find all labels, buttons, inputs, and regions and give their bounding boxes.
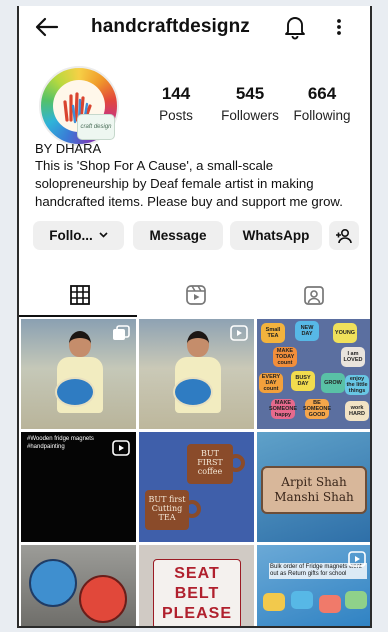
add-person-icon[interactable] <box>329 221 359 250</box>
post-photo-person <box>169 331 225 429</box>
following-count: 664 <box>307 84 337 103</box>
magnet-tag: EVERY DAY count <box>259 373 283 393</box>
posts-grid: Small TEA NEW DAY YOUNG MAKE TODAY count… <box>19 317 370 626</box>
back-arrow-icon[interactable] <box>33 14 61 40</box>
magnet-piece <box>291 591 313 609</box>
magnet-tag: BUSY DAY <box>291 371 315 391</box>
following-label: Following <box>293 108 351 123</box>
post-photo-person <box>51 331 107 429</box>
more-vertical-icon[interactable] <box>331 14 347 40</box>
followers-count: 545 <box>235 84 265 103</box>
mug-handle <box>183 500 201 518</box>
magnet-tag: GROW <box>321 373 345 393</box>
post-tile[interactable] <box>21 319 136 429</box>
name-board-line: Manshi Shah <box>274 490 354 504</box>
profile-screen: handcraftdesignz craft design 144 Posts … <box>17 6 372 628</box>
following-button-label: Follo... <box>49 228 93 243</box>
magnet-tag: YOUNG <box>333 323 357 343</box>
magnet-tag: BE SOMEONE GOOD <box>302 399 332 419</box>
followers-label: Followers <box>221 108 279 123</box>
whatsapp-button[interactable]: WhatsApp <box>230 221 322 250</box>
top-bar: handcraftdesignz <box>19 6 370 48</box>
profile-username: handcraftdesignz <box>91 16 250 37</box>
chevron-down-icon <box>99 230 108 241</box>
magnet-tag: enjoy the little things <box>345 375 369 395</box>
post-caption: #Wooden fridge magnets #handpainting <box>27 436 94 450</box>
post-tile[interactable] <box>21 545 136 626</box>
post-tile[interactable]: Small TEA NEW DAY YOUNG MAKE TODAY count… <box>257 319 370 429</box>
tagged-icon[interactable] <box>303 284 325 306</box>
post-tile[interactable]: Arpit Shah Manshi Shah <box>257 432 370 542</box>
carousel-icon <box>112 325 130 341</box>
reels-icon[interactable] <box>185 284 207 306</box>
profile-display-name: BY DHARA <box>35 141 102 156</box>
magnet-tag: MAKE TODAY count <box>273 347 297 367</box>
magnet-tag: NEW DAY <box>295 321 319 341</box>
stat-followers[interactable]: 545 Followers <box>215 84 285 123</box>
bell-icon[interactable] <box>283 14 307 40</box>
profile-bio: This is 'Shop For A Cause', a small-scal… <box>35 158 343 209</box>
reels-icon <box>348 551 366 567</box>
stat-posts[interactable]: 144 Posts <box>151 84 201 123</box>
magnet-tag: work HARD <box>345 401 369 421</box>
magnet-piece <box>263 593 285 611</box>
avatar-badge: craft design <box>77 114 115 140</box>
name-board: Arpit Shah Manshi Shah <box>261 466 367 514</box>
post-tile[interactable]: #Wooden fridge magnets #handpainting <box>21 432 136 542</box>
post-tile[interactable]: Bulk order of Fridge magnets went out as… <box>257 545 370 626</box>
posts-count: 144 <box>161 84 191 103</box>
grid-icon[interactable] <box>69 284 91 306</box>
post-tile[interactable] <box>139 319 254 429</box>
reels-icon <box>230 325 248 341</box>
post-tile[interactable]: BUT FIRST coffee BUT first Cutting TEA <box>139 432 254 542</box>
mug-handle <box>227 454 245 472</box>
magnet-tag: Small TEA <box>261 323 285 343</box>
magnet-tag: MAKE SOMEONE happy <box>268 399 298 419</box>
painted-disk <box>79 575 127 623</box>
magnet-tag: I am LOVED <box>341 347 365 367</box>
magnet-piece <box>319 595 341 613</box>
name-board-line: Arpit Shah <box>281 475 347 489</box>
reels-icon <box>112 440 130 456</box>
magnet-piece <box>345 591 367 609</box>
painted-disk <box>29 559 77 607</box>
profile-avatar[interactable]: craft design <box>39 66 119 146</box>
posts-label: Posts <box>159 108 193 123</box>
stat-following[interactable]: 664 Following <box>289 84 355 123</box>
post-tile[interactable]: SEAT BELT PLEASE <box>139 545 254 626</box>
message-button[interactable]: Message <box>133 221 223 250</box>
signboard: SEAT BELT PLEASE <box>153 559 241 626</box>
following-button[interactable]: Follo... <box>33 221 124 250</box>
